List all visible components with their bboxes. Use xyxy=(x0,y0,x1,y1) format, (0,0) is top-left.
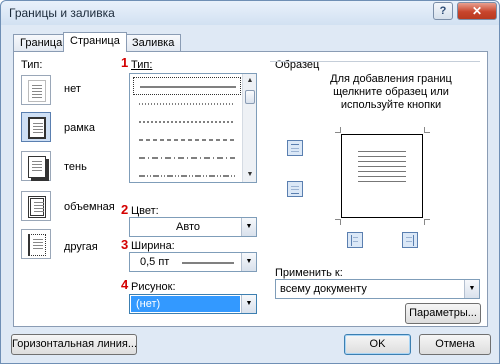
title-bar: Границы и заливка ? ✕ xyxy=(1,1,499,25)
color-value: Авто xyxy=(176,221,200,233)
horizontal-line-button[interactable]: Горизонтальная линия... xyxy=(11,334,137,355)
width-line-sample xyxy=(182,262,234,264)
window-title: Границы и заливка xyxy=(9,6,115,20)
preview-page[interactable] xyxy=(341,134,423,218)
marker-1: 1 xyxy=(121,55,129,70)
borders-shading-dialog: Границы и заливка ? ✕ Граница Страница З… xyxy=(0,0,500,364)
line-style-list[interactable]: ▲ ▼ xyxy=(129,73,257,183)
setting-box-icon[interactable] xyxy=(21,112,51,142)
line-style-scrollbar[interactable]: ▲ ▼ xyxy=(242,74,256,182)
width-label: Ширина: xyxy=(131,240,175,252)
apply-to-label: Применить к: xyxy=(275,267,343,279)
corner-mark xyxy=(335,127,341,133)
style-label: Тип: xyxy=(131,59,153,71)
setting-custom-label[interactable]: другая xyxy=(64,241,98,253)
scroll-down-icon[interactable]: ▼ xyxy=(244,169,256,181)
setting-3d-label[interactable]: объемная xyxy=(64,201,115,213)
apply-to-value: всему документу xyxy=(280,283,367,295)
line-style-solid[interactable] xyxy=(133,77,241,95)
right-border-button[interactable] xyxy=(402,232,418,248)
corner-mark xyxy=(335,219,341,225)
marker-2: 2 xyxy=(121,202,129,217)
chevron-down-icon[interactable]: ▼ xyxy=(241,295,256,313)
corner-mark xyxy=(424,219,430,225)
line-style-dash-dot[interactable] xyxy=(133,149,241,167)
tab-page-border[interactable]: Страница xyxy=(63,32,127,52)
apply-to-select[interactable]: всему документу ▼ xyxy=(275,279,480,299)
setting-3d-icon[interactable] xyxy=(21,191,51,221)
bottom-border-button[interactable] xyxy=(287,181,303,197)
cancel-button[interactable]: Отмена xyxy=(419,334,491,355)
preview-hint-2: щелкните образец или xyxy=(333,86,449,98)
ok-button[interactable]: OK xyxy=(344,334,411,355)
color-label: Цвет: xyxy=(131,205,159,217)
setting-shadow-label[interactable]: тень xyxy=(64,161,87,173)
width-select[interactable]: 0,5 пт ▼ xyxy=(129,252,257,272)
close-button[interactable]: ✕ xyxy=(457,2,497,20)
setting-label: Тип: xyxy=(21,59,43,71)
chevron-down-icon[interactable]: ▼ xyxy=(464,280,479,298)
chevron-down-icon[interactable]: ▼ xyxy=(241,218,256,236)
setting-custom-icon[interactable] xyxy=(21,229,51,259)
marker-3: 3 xyxy=(121,237,129,252)
art-value: (нет) xyxy=(136,298,161,310)
line-style-dash-dot-dot[interactable] xyxy=(133,167,241,181)
line-style-small-dash[interactable] xyxy=(133,113,241,131)
line-style-dash[interactable] xyxy=(133,131,241,149)
line-style-dotted[interactable] xyxy=(133,95,241,113)
corner-mark xyxy=(424,127,430,133)
art-label: Рисунок: xyxy=(131,281,176,293)
marker-4: 4 xyxy=(121,277,129,292)
art-select[interactable]: (нет) ▼ xyxy=(129,294,257,314)
preview-hint-1: Для добавления границ xyxy=(330,73,452,85)
setting-none-label[interactable]: нет xyxy=(64,83,81,95)
setting-box-label[interactable]: рамка xyxy=(64,122,95,134)
preview-text-lines xyxy=(358,147,406,205)
color-select[interactable]: Авто ▼ xyxy=(129,217,257,237)
options-button[interactable]: Параметры... xyxy=(405,303,481,324)
width-value: 0,5 пт xyxy=(140,256,170,268)
setting-shadow-icon[interactable] xyxy=(21,151,51,181)
tab-shading[interactable]: Заливка xyxy=(125,34,182,51)
chevron-down-icon[interactable]: ▼ xyxy=(241,253,256,271)
left-border-button[interactable] xyxy=(347,232,363,248)
scroll-up-icon[interactable]: ▲ xyxy=(244,75,256,87)
scroll-thumb[interactable] xyxy=(245,90,255,104)
preview-hint-3: используйте кнопки xyxy=(340,99,442,111)
top-border-button[interactable] xyxy=(287,140,303,156)
preview-divider xyxy=(270,61,480,62)
setting-none-icon[interactable] xyxy=(21,75,51,105)
help-button[interactable]: ? xyxy=(433,2,453,20)
tab-border[interactable]: Граница xyxy=(13,34,70,51)
